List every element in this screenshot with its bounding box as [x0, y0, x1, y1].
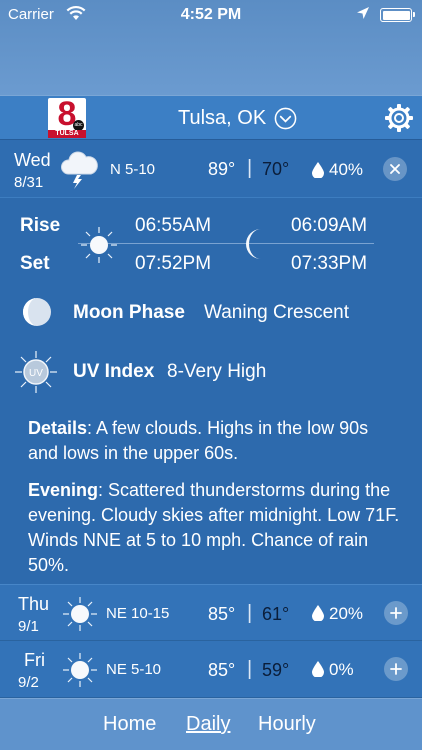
day-date: 8/31	[14, 174, 44, 191]
wind-value: NE 5-10	[106, 661, 162, 678]
evening-label: Evening	[28, 480, 99, 500]
sunrise-time: 06:55AM	[135, 215, 212, 236]
precip-chance: 40%	[329, 160, 364, 179]
moonrise-time: 06:09AM	[291, 215, 368, 236]
city-selector-label[interactable]: Tulsa, OK	[178, 107, 266, 130]
chevron-down-icon[interactable]	[274, 107, 297, 130]
uv-icon-text: UV	[29, 368, 43, 379]
expand-button[interactable]	[384, 657, 408, 681]
app-header: 8 abc TULSA Tulsa, OK	[0, 95, 422, 140]
high-temp: 85°	[208, 604, 236, 624]
rain-drop-icon	[312, 162, 324, 178]
close-icon	[390, 164, 400, 174]
thunderstorm-cloud-icon	[61, 151, 98, 189]
details-paragraph: Details: A few clouds. Highs in the low …	[28, 416, 400, 466]
details-label: Details	[28, 418, 88, 438]
precip-chance: 20%	[329, 604, 364, 623]
collapse-button[interactable]	[383, 157, 407, 181]
logo-city: TULSA	[48, 130, 86, 138]
moonset-time: 07:33PM	[291, 253, 368, 274]
day-name: Thu	[18, 594, 50, 614]
rain-drop-icon	[312, 605, 324, 621]
uv-index-label: UV Index	[73, 361, 155, 382]
moon-phase-value: Waning Crescent	[204, 302, 350, 323]
sun-icon	[81, 227, 117, 263]
temp-separator: |	[247, 658, 253, 680]
rise-set-divider	[78, 243, 374, 244]
forecast-row-thu[interactable]: Thu 9/1 NE 10-15 85° | 61° 20%	[0, 584, 422, 641]
crescent-moon-icon	[246, 229, 261, 259]
day-name: Fri	[24, 650, 45, 670]
nav-daily[interactable]: Daily	[186, 713, 230, 736]
uv-index-icon: UV	[15, 351, 57, 393]
sunset-time: 07:52PM	[135, 253, 212, 274]
bottom-nav: Home Daily Hourly	[0, 698, 422, 750]
status-bar: Carrier 4:52 PM	[0, 0, 422, 30]
day-date: 9/1	[18, 618, 39, 635]
nav-hourly[interactable]: Hourly	[258, 713, 316, 736]
battery-icon	[380, 8, 415, 22]
day-name: Wed	[14, 150, 51, 170]
precip-chance: 0%	[329, 660, 354, 679]
rise-label: Rise	[20, 215, 61, 236]
temp-separator: |	[247, 602, 253, 624]
high-temp: 89°	[208, 159, 236, 179]
wind-value: NE 10-15	[106, 605, 170, 622]
day-date: 9/2	[18, 674, 39, 691]
location-arrow-icon	[357, 7, 369, 19]
uv-index-value: 8-Very High	[167, 361, 267, 382]
forecast-row-fri[interactable]: Fri 9/2 NE 5-10 85° | 59° 0%	[0, 641, 422, 698]
sun-icon	[63, 653, 97, 687]
expand-button[interactable]	[384, 601, 408, 625]
rain-drop-icon	[312, 661, 324, 677]
wind-value: N 5-10	[110, 161, 156, 178]
low-temp: 61°	[262, 604, 290, 624]
station-logo: 8 abc TULSA	[48, 95, 86, 138]
plus-icon	[390, 663, 402, 675]
moon-phase-icon	[23, 298, 51, 326]
gear-icon[interactable]	[384, 103, 414, 133]
day-details-panel: Rise Set 06:55AM 07:52PM 06:09AM 07:33PM…	[0, 198, 422, 584]
set-label: Set	[20, 253, 50, 274]
sun-icon	[63, 597, 97, 631]
nav-home[interactable]: Home	[103, 713, 156, 736]
evening-paragraph: Evening: Scattered thunderstorms during …	[28, 478, 400, 578]
forecast-row-wed[interactable]: Wed 8/31 N 5-10 89° | 70° 40%	[0, 140, 422, 198]
temp-separator: |	[247, 157, 253, 179]
plus-icon	[390, 607, 402, 619]
high-temp: 85°	[208, 660, 236, 680]
low-temp: 70°	[262, 159, 290, 179]
moon-phase-label: Moon Phase	[73, 302, 185, 323]
low-temp: 59°	[262, 660, 290, 680]
